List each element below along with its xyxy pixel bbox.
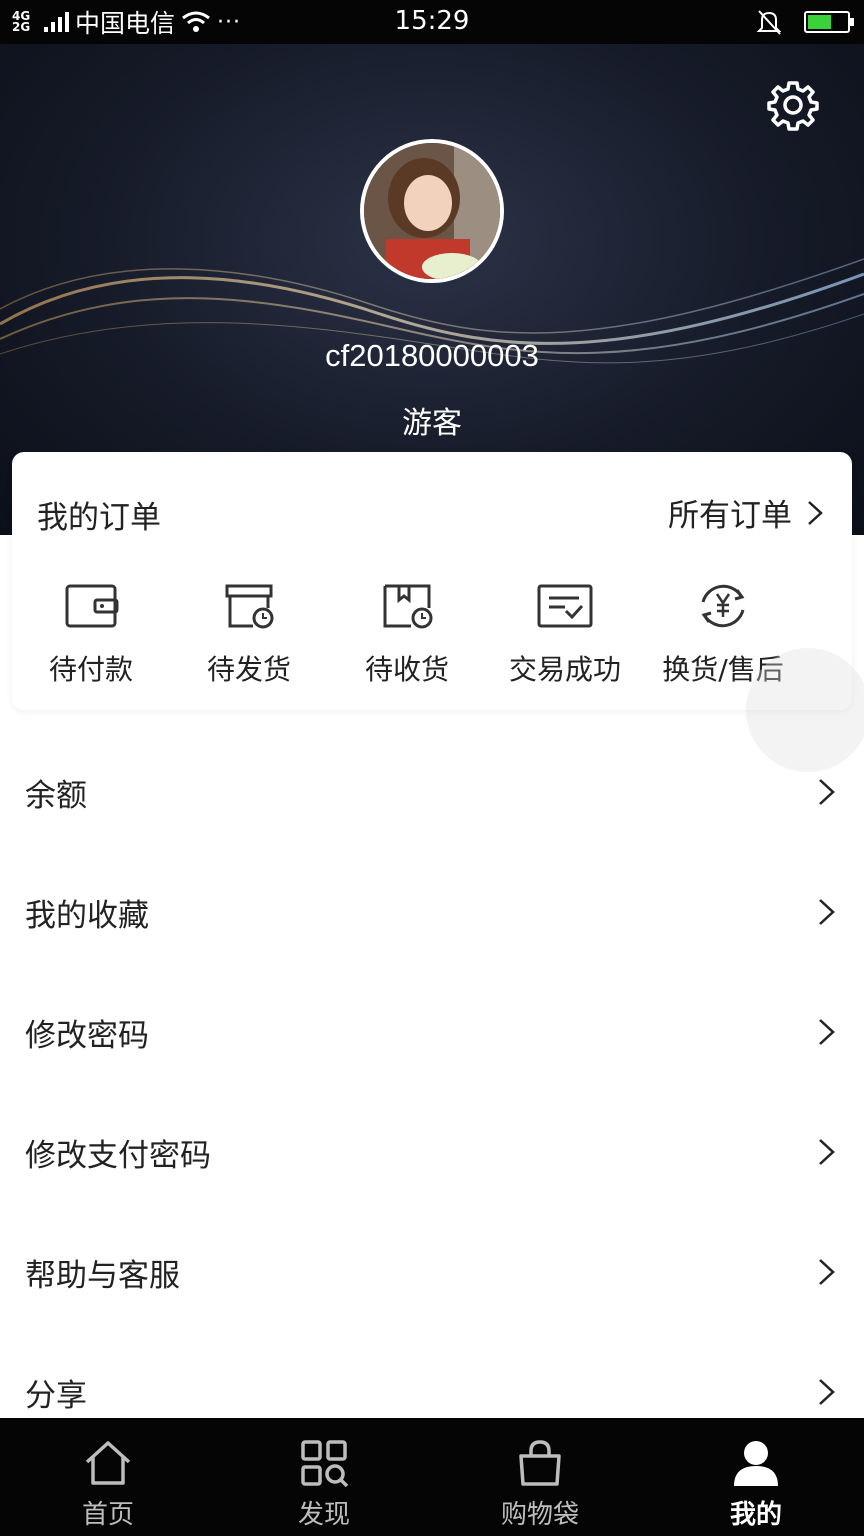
- user-icon: [734, 1441, 778, 1486]
- avatar[interactable]: [360, 139, 504, 283]
- menu-item-label: 我的收藏: [25, 897, 149, 934]
- chevron-right-icon: [819, 779, 835, 805]
- package-clock-icon: [383, 584, 433, 629]
- menu-item-label: 修改密码: [25, 1017, 149, 1054]
- chevron-right-icon: [819, 1379, 835, 1405]
- discover-icon: [301, 1440, 349, 1488]
- order-item-pending-payment[interactable]: 待付款: [12, 580, 170, 688]
- order-item-label: 待发货: [206, 653, 291, 686]
- order-item-pending-receipt[interactable]: 待收货: [328, 580, 486, 688]
- username: cf20180000003: [325, 338, 539, 373]
- all-orders-label: 所有订单: [668, 498, 792, 534]
- tab-home[interactable]: 首页: [0, 1418, 216, 1536]
- chevron-right-icon: [819, 1019, 835, 1045]
- chevron-right-icon: [808, 500, 823, 525]
- tab-label: 发现: [297, 1500, 350, 1530]
- settings-menu: 余额 我的收藏 修改密码 修改支付密码 帮助与客服 分享: [0, 732, 864, 1452]
- yen-refresh-icon: [701, 584, 745, 628]
- tab-label: 首页: [81, 1500, 134, 1530]
- doc-check-icon: [537, 584, 593, 628]
- all-orders-link[interactable]: 所有订单: [668, 490, 824, 535]
- menu-item-label: 帮助与客服: [25, 1257, 180, 1294]
- menu-item-change-payment-password[interactable]: 修改支付密码: [0, 1092, 864, 1212]
- menu-item-favorites[interactable]: 我的收藏: [0, 852, 864, 972]
- user-role: 游客: [402, 406, 462, 441]
- wallet-icon: [65, 584, 119, 628]
- menu-item-label: 分享: [25, 1377, 87, 1414]
- bell-muted-icon: [756, 10, 782, 35]
- order-item-completed[interactable]: 交易成功: [486, 580, 644, 688]
- status-bar: 4G 2G 中国电信 ··· 15:29: [0, 0, 864, 44]
- order-item-label: 待收货: [364, 653, 449, 686]
- settings-gear-icon[interactable]: [766, 78, 820, 132]
- bag-icon: [519, 1440, 561, 1486]
- chevron-right-icon: [819, 1259, 835, 1285]
- order-item-label: 交易成功: [508, 653, 621, 686]
- menu-item-balance[interactable]: 余额: [0, 732, 864, 852]
- chevron-right-icon: [819, 899, 835, 925]
- order-status-row: 待付款 待发货 待收货 交易成功 换货/售后: [12, 580, 852, 688]
- chevron-right-icon: [819, 1139, 835, 1165]
- status-time: 15:29: [394, 6, 470, 36]
- tab-shopping-bag[interactable]: 购物袋: [432, 1418, 648, 1536]
- menu-item-label: 余额: [25, 777, 87, 814]
- menu-item-help[interactable]: 帮助与客服: [0, 1212, 864, 1332]
- menu-item-label: 修改支付密码: [25, 1137, 211, 1174]
- tab-label: 我的: [729, 1500, 782, 1530]
- tab-mine[interactable]: 我的: [648, 1418, 864, 1536]
- tab-discover[interactable]: 发现: [216, 1418, 432, 1536]
- bottom-tab-bar: 首页 发现 购物袋 我的: [0, 1418, 864, 1536]
- order-section-title: 我的订单: [37, 500, 161, 536]
- tab-label: 购物袋: [500, 1500, 579, 1530]
- order-item-label: 待付款: [48, 653, 133, 686]
- order-card: 我的订单 所有订单 待付款 待发货 待收货 交易成功 换货/售后: [12, 452, 852, 710]
- box-clock-icon: [225, 584, 274, 629]
- avatar-photo: [364, 143, 500, 279]
- menu-item-change-password[interactable]: 修改密码: [0, 972, 864, 1092]
- battery-icon: [804, 11, 854, 33]
- order-item-pending-shipment[interactable]: 待发货: [170, 580, 328, 688]
- home-icon: [85, 1441, 131, 1485]
- status-right: [756, 8, 854, 36]
